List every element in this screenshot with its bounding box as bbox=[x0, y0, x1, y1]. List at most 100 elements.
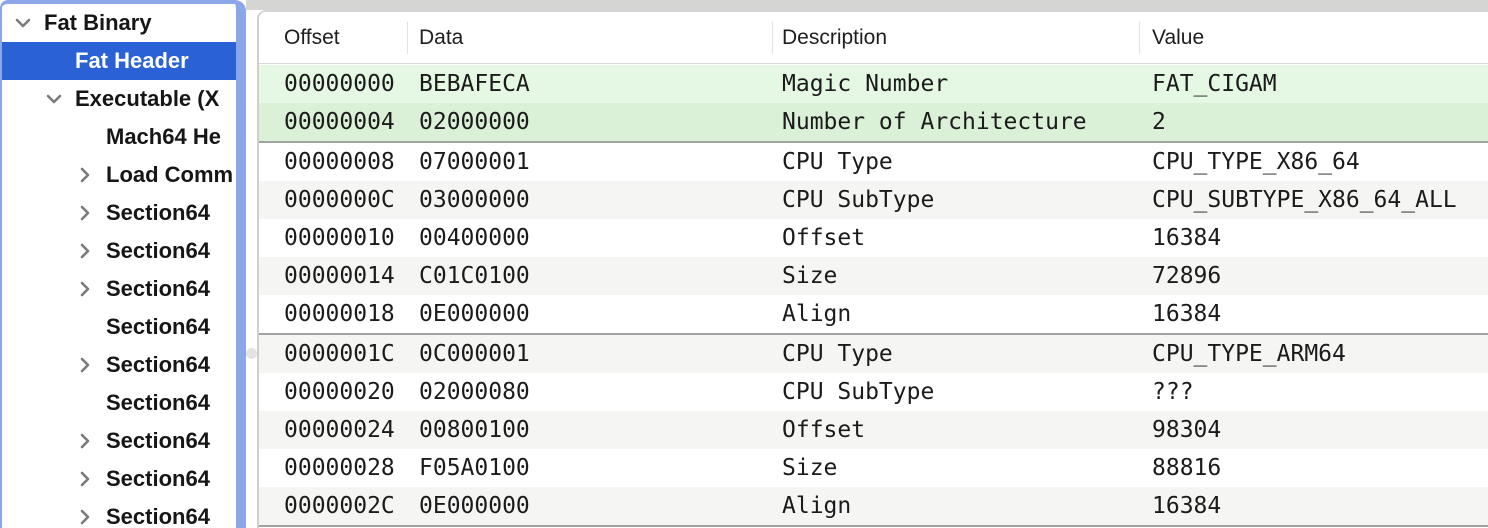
cell-description: Align bbox=[782, 487, 851, 525]
cell-value: 16384 bbox=[1152, 295, 1221, 333]
cell-data: 07000001 bbox=[419, 143, 530, 181]
sidebar-item-section64[interactable]: Section64 bbox=[2, 308, 236, 346]
sidebar-item-section64[interactable]: Section64 bbox=[2, 194, 236, 232]
sidebar-item-section64[interactable]: Section64 bbox=[2, 270, 236, 308]
column-header-value[interactable]: Value bbox=[1152, 12, 1204, 64]
table-row[interactable]: 00000020 02000080 CPU SubType??? bbox=[259, 373, 1488, 411]
sidebar-item-label: Fat Header bbox=[75, 42, 189, 80]
table-row[interactable]: 00000018 0E000000 Align 16384 bbox=[259, 295, 1488, 333]
sidebar-item-label: Load Comm bbox=[106, 156, 233, 194]
table-row[interactable]: 00000028 F05A0100 Size 88816 bbox=[259, 449, 1488, 487]
chevron-right-icon[interactable] bbox=[74, 240, 96, 262]
sidebar-item-label: Section64 bbox=[106, 308, 210, 346]
sidebar-item-mach64-header[interactable]: Mach64 He bbox=[2, 118, 236, 156]
chevron-right-icon[interactable] bbox=[74, 430, 96, 452]
cell-description: CPU SubType bbox=[782, 373, 934, 411]
chevron-right-icon[interactable] bbox=[74, 278, 96, 300]
chevron-right-icon[interactable] bbox=[74, 506, 96, 528]
sidebar-item-label: Fat Binary bbox=[44, 4, 152, 42]
sidebar-item-label: Section64 bbox=[106, 270, 210, 308]
cell-data: 03000000 bbox=[419, 181, 530, 219]
cell-data: 00400000 bbox=[419, 219, 530, 257]
chevron-right-icon[interactable] bbox=[74, 202, 96, 224]
cell-value: 2 bbox=[1152, 103, 1166, 141]
chevron-down-icon[interactable] bbox=[12, 12, 34, 34]
sidebar-item-label: Mach64 He bbox=[106, 118, 221, 156]
chevron-right-icon[interactable] bbox=[74, 164, 96, 186]
sidebar-item-fat-binary[interactable]: Fat Binary bbox=[2, 4, 236, 42]
table-row[interactable]: 00000000BEBAFECAMagic NumberFAT_CIGAM bbox=[259, 65, 1488, 103]
cell-description: Number of Architecture bbox=[782, 103, 1087, 141]
cell-offset: 00000024 bbox=[284, 411, 395, 449]
table-header-row: Offset Data Description Value bbox=[259, 12, 1488, 64]
cell-offset: 00000004 bbox=[284, 103, 395, 141]
cell-data: 02000000 bbox=[419, 103, 530, 141]
cell-offset: 00000028 bbox=[284, 449, 395, 487]
table-row[interactable]: 0000001000400000Offset16384 bbox=[259, 219, 1488, 257]
cell-value: 88816 bbox=[1152, 449, 1221, 487]
column-separator[interactable] bbox=[772, 22, 773, 54]
sidebar-item-fat-header[interactable]: Fat Header bbox=[2, 42, 236, 80]
table-group-fat-header: 00000000BEBAFECAMagic NumberFAT_CIGAM000… bbox=[259, 65, 1488, 143]
cell-data: BEBAFECA bbox=[419, 65, 530, 103]
sidebar-item-label: Section64 bbox=[106, 422, 210, 460]
sidebar-item-executable[interactable]: Executable (X bbox=[2, 80, 236, 118]
chevron-down-icon[interactable] bbox=[43, 88, 65, 110]
column-separator[interactable] bbox=[1139, 22, 1140, 54]
table-row[interactable]: 00000024 00800100 Offset 98304 bbox=[259, 411, 1488, 449]
column-header-offset[interactable]: Offset bbox=[284, 12, 340, 64]
sidebar-item-label: Executable (X bbox=[75, 80, 219, 118]
cell-description: CPU Type bbox=[782, 143, 893, 181]
cell-value: CPU_TYPE_ARM64 bbox=[1152, 335, 1346, 373]
sidebar-item-section64[interactable]: Section64 bbox=[2, 498, 236, 528]
cell-offset: 00000010 bbox=[284, 219, 395, 257]
structure-table: Offset Data Description Value 00000000BE… bbox=[257, 10, 1488, 528]
column-header-data[interactable]: Data bbox=[419, 12, 463, 64]
cell-description: Offset bbox=[782, 411, 865, 449]
table-row[interactable]: 00000014C01C0100Size72896 bbox=[259, 257, 1488, 295]
cell-value: 98304 bbox=[1152, 411, 1221, 449]
cell-value: 16384 bbox=[1152, 487, 1221, 525]
cell-value: 16384 bbox=[1152, 219, 1221, 257]
cell-value: ??? bbox=[1152, 373, 1194, 411]
table-row[interactable]: 0000001C0C000001CPU TypeCPU_TYPE_ARM64 bbox=[259, 335, 1488, 373]
sidebar-item-section64[interactable]: Section64 bbox=[2, 422, 236, 460]
cell-data: F05A0100 bbox=[419, 449, 530, 487]
sidebar: Fat BinaryFat HeaderExecutable (XMach64 … bbox=[0, 0, 246, 528]
cell-description: Size bbox=[782, 449, 837, 487]
sidebar-item-label: Section64 bbox=[106, 194, 210, 232]
cell-description: Magic Number bbox=[782, 65, 948, 103]
cell-description: CPU SubType bbox=[782, 181, 934, 219]
cell-offset: 0000000C bbox=[284, 181, 395, 219]
cell-data: 0E000000 bbox=[419, 487, 530, 525]
cell-offset: 00000018 bbox=[284, 295, 395, 333]
cell-description: Align bbox=[782, 295, 851, 333]
table-row[interactable]: 0000002C 0E000000 Align 16384 bbox=[259, 487, 1488, 525]
table-group-arch-x86-64: 0000000807000001CPU TypeCPU_TYPE_X86_640… bbox=[259, 143, 1488, 335]
pane-splitter-handle[interactable] bbox=[246, 348, 257, 359]
cell-data: 00800100 bbox=[419, 411, 530, 449]
chevron-right-icon[interactable] bbox=[74, 354, 96, 376]
sidebar-item-section64[interactable]: Section64 bbox=[2, 384, 236, 422]
cell-description: Size bbox=[782, 257, 837, 295]
sidebar-item-label: Section64 bbox=[106, 232, 210, 270]
cell-value: CPU_TYPE_X86_64 bbox=[1152, 143, 1360, 181]
sidebar-item-section64[interactable]: Section64 bbox=[2, 460, 236, 498]
table-row[interactable]: 0000000C03000000CPU SubTypeCPU_SUBTYPE_X… bbox=[259, 181, 1488, 219]
column-header-description[interactable]: Description bbox=[782, 12, 887, 64]
table-row[interactable]: 00000008 07000001 CPU Type CPU_TYPE_X86_64 bbox=[259, 143, 1488, 181]
table-group-arch-arm64: 0000001C0C000001CPU TypeCPU_TYPE_ARM6400… bbox=[259, 335, 1488, 527]
sidebar-item-section64[interactable]: Section64 bbox=[2, 232, 236, 270]
sidebar-item-load-commands[interactable]: Load Comm bbox=[2, 156, 236, 194]
table-row[interactable]: 00000004 02000000 Number of Architecture 2 bbox=[259, 103, 1488, 141]
cell-data: 0E000000 bbox=[419, 295, 530, 333]
column-separator[interactable] bbox=[407, 22, 408, 54]
window-chrome-strip bbox=[246, 0, 1488, 10]
cell-offset: 00000008 bbox=[284, 143, 395, 181]
cell-offset: 0000002C bbox=[284, 487, 395, 525]
cell-data: 02000080 bbox=[419, 373, 530, 411]
cell-offset: 00000020 bbox=[284, 373, 395, 411]
chevron-right-icon[interactable] bbox=[74, 468, 96, 490]
cell-data: C01C0100 bbox=[419, 257, 530, 295]
sidebar-item-section64[interactable]: Section64 bbox=[2, 346, 236, 384]
